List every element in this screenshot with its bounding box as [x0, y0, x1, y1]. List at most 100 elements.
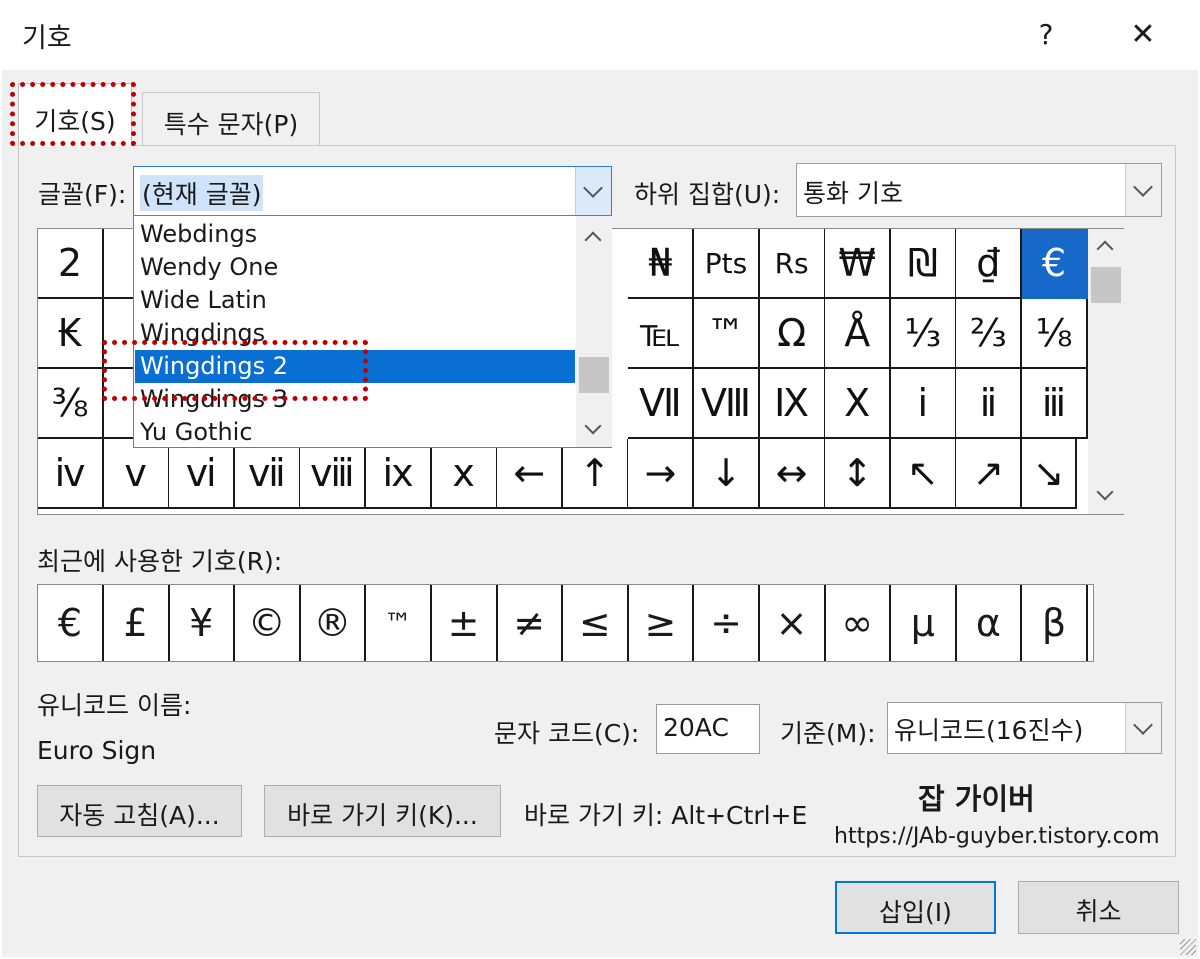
recent-label: 최근에 사용한 기호(R):	[37, 547, 283, 576]
symbol-cell[interactable]: ℡	[628, 299, 695, 369]
symbol-cell[interactable]: ⅴ	[103, 439, 170, 509]
recent-symbol-cell[interactable]: ≤	[563, 585, 629, 661]
symbol-cell[interactable]: ⅲ	[1022, 369, 1088, 439]
close-button[interactable]: ✕	[1118, 12, 1168, 58]
symbol-cell[interactable]: ↗	[956, 439, 1023, 509]
font-combobox-value: (현재 글꼴)	[140, 175, 264, 211]
symbol-cell[interactable]: ™	[694, 299, 760, 369]
recent-symbol-cell[interactable]: β	[1022, 585, 1088, 661]
subset-combobox-arrow[interactable]	[1125, 164, 1161, 216]
autocorrect-button[interactable]: 자동 고침(A)...	[37, 785, 242, 837]
symbol-cell[interactable]: Ⅶ	[628, 369, 695, 439]
recent-symbol-cell[interactable]: ≠	[497, 585, 564, 661]
recent-symbol-cell[interactable]: ∞	[825, 585, 892, 661]
font-option[interactable]: Wide Latin	[135, 284, 575, 317]
scroll-down-icon[interactable]	[1096, 483, 1114, 501]
tab-special-characters[interactable]: 특수 문자(P)	[142, 92, 320, 146]
chevron-down-icon	[1133, 715, 1153, 735]
font-option[interactable]: Wingdings 3	[135, 383, 575, 416]
recent-symbol-cell[interactable]: £	[104, 585, 170, 661]
symbol-cell[interactable]: ₭	[38, 299, 104, 369]
help-button[interactable]: ?	[1026, 12, 1066, 58]
from-label: 기준(M):	[780, 719, 876, 748]
scroll-down-icon[interactable]	[584, 417, 602, 435]
scroll-up-icon[interactable]	[1096, 240, 1114, 258]
from-combobox[interactable]: 유니코드(16진수)	[887, 702, 1162, 754]
symbol-cell[interactable]: ⅛	[1022, 299, 1088, 369]
recent-symbol-cell[interactable]: ™	[366, 585, 432, 661]
font-dropdown-scrollbar[interactable]	[576, 216, 612, 447]
recent-symbol-cell[interactable]: ®	[300, 585, 367, 661]
symbol-cell[interactable]: Ⅷ	[694, 369, 760, 439]
symbol-cell[interactable]: ⅷ	[300, 439, 367, 509]
char-code-value: 20AC	[663, 713, 729, 742]
insert-button[interactable]: 삽입(I)	[835, 881, 996, 934]
symbol-cell[interactable]: ⅔	[956, 299, 1023, 369]
symbol-cell[interactable]: ↖	[890, 439, 957, 509]
symbol-cell[interactable]: ₦	[628, 229, 695, 299]
unicode-name-label: 유니코드 이름:	[37, 691, 192, 720]
font-combobox-arrow[interactable]	[575, 167, 611, 215]
recent-symbol-cell[interactable]: ¥	[169, 585, 236, 661]
title-bar: 기호 ? ✕	[0, 0, 1200, 70]
recent-symbol-cell[interactable]: ÷	[694, 585, 760, 661]
shortcut-key-text: 바로 가기 키: Alt+Ctrl+E	[524, 801, 808, 830]
font-option[interactable]: Wendy One	[135, 251, 575, 284]
recent-symbol-cell[interactable]: ©	[235, 585, 301, 661]
symbol-grid-scrollbar[interactable]	[1088, 229, 1124, 514]
recent-symbol-cell[interactable]: €	[38, 585, 104, 661]
cancel-button[interactable]: 취소	[1018, 881, 1179, 934]
symbol-cell[interactable]: ⅰ	[890, 369, 957, 439]
font-option[interactable]: Wingdings 2	[135, 350, 575, 383]
resize-grip[interactable]	[1180, 939, 1196, 955]
symbol-cell[interactable]: ₩	[825, 229, 892, 299]
symbol-cell[interactable]: €	[1022, 229, 1088, 299]
symbol-cell[interactable]: ⅓	[890, 299, 957, 369]
symbol-cell[interactable]: Rs	[759, 229, 826, 299]
recent-symbol-cell[interactable]: μ	[891, 585, 957, 661]
from-combobox-arrow[interactable]	[1125, 703, 1161, 753]
symbol-cell[interactable]: ₫	[956, 229, 1023, 299]
symbol-cell[interactable]: ⅵ	[169, 439, 236, 509]
font-dropdown-list: Webdings Wendy One Wide Latin Wingdings Wing…	[133, 215, 612, 448]
symbol-cell[interactable]: ←	[497, 439, 564, 509]
symbol-cell[interactable]: Å	[825, 299, 892, 369]
recent-symbol-cell[interactable]: ≥	[628, 585, 695, 661]
symbol-cell[interactable]: ↕	[825, 439, 892, 509]
symbol-cell[interactable]: Ω	[759, 299, 826, 369]
symbol-cell[interactable]: 2	[38, 229, 104, 299]
from-combobox-value: 유니코드(16진수)	[894, 716, 1084, 745]
watermark-title: 잡 가이버	[918, 782, 1035, 816]
symbol-cell[interactable]: Ⅸ	[759, 369, 826, 439]
symbol-cell[interactable]: ↑	[562, 439, 629, 509]
symbol-cell[interactable]: ↔	[759, 439, 826, 509]
symbol-cell[interactable]: ₪	[890, 229, 957, 299]
recent-symbol-cell[interactable]: ±	[432, 585, 498, 661]
recent-symbols: € £ ¥ © ® ™ ± ≠ ≤ ≥ ÷ × ∞ μ α β	[37, 584, 1094, 662]
symbol-cell[interactable]: ↓	[694, 439, 760, 509]
font-combobox[interactable]: (현재 글꼴)	[133, 166, 612, 216]
shortcut-key-button[interactable]: 바로 가기 키(K)...	[264, 785, 501, 837]
scroll-thumb[interactable]	[579, 357, 609, 393]
symbol-cell[interactable]: ⅹ	[431, 439, 498, 509]
font-option[interactable]: Wingdings	[135, 317, 575, 350]
tab-symbols[interactable]: 기호(S)	[18, 83, 132, 146]
symbol-cell[interactable]: ⅸ	[366, 439, 432, 509]
symbol-cell[interactable]: →	[628, 439, 695, 509]
scroll-thumb[interactable]	[1091, 267, 1121, 303]
scroll-up-icon[interactable]	[584, 231, 602, 249]
char-code-field[interactable]: 20AC	[656, 704, 760, 754]
symbol-cell[interactable]: Ⅹ	[825, 369, 892, 439]
symbol-cell[interactable]: Pts	[694, 229, 760, 299]
symbol-cell[interactable]: ↘	[1022, 439, 1077, 509]
symbol-cell[interactable]: ⅱ	[956, 369, 1023, 439]
subset-combobox[interactable]: 통화 기호	[796, 163, 1162, 217]
symbol-cell[interactable]: ⅶ	[234, 439, 301, 509]
font-option[interactable]: Yu Gothic	[135, 416, 575, 449]
symbol-cell[interactable]: ⅜	[38, 369, 104, 439]
recent-symbol-cell[interactable]: ×	[760, 585, 826, 661]
recent-symbol-cell[interactable]: α	[956, 585, 1023, 661]
font-option[interactable]: Webdings	[135, 218, 575, 251]
symbol-cell[interactable]: ⅳ	[38, 439, 104, 509]
chevron-down-icon	[1133, 177, 1153, 197]
